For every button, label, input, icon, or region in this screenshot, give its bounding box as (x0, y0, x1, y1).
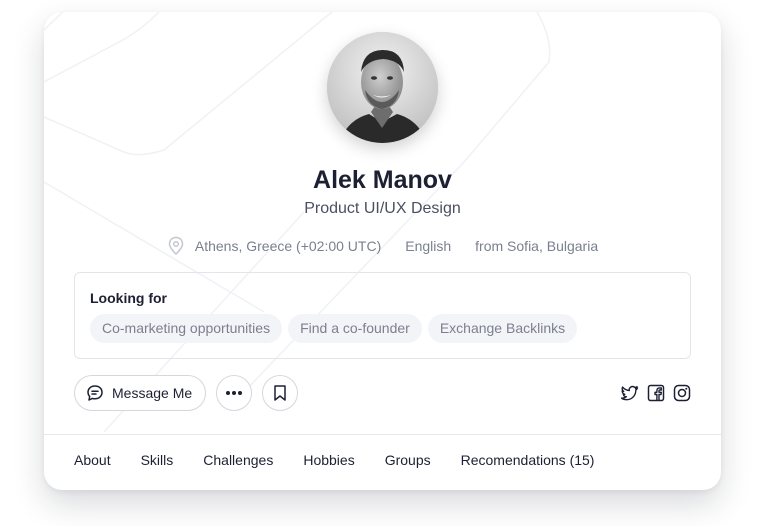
profile-role: Product UI/UX Design (304, 200, 461, 217)
profile-card: Alek Manov Product UI/UX Design Athens, … (44, 12, 721, 490)
looking-for-tags: Co-marketing opportunities Find a co-fou… (90, 314, 583, 343)
location: Athens, Greece (+02:00 UTC) (167, 236, 381, 256)
social-links (613, 384, 691, 402)
profile-name: Alek Manov (313, 166, 452, 194)
tag-backlinks[interactable]: Exchange Backlinks (427, 314, 578, 343)
facebook-icon[interactable] (647, 384, 665, 402)
tab-recommendations[interactable]: Recomendations (15) (461, 452, 595, 468)
message-button[interactable]: Message Me (74, 375, 206, 411)
avatar-photo (327, 32, 438, 143)
profile-meta: Athens, Greece (+02:00 UTC) English from… (44, 236, 721, 256)
message-button-label: Message Me (112, 385, 193, 401)
tab-skills[interactable]: Skills (141, 452, 174, 468)
looking-for-title: Looking for (90, 290, 167, 306)
more-dots-icon (226, 391, 242, 395)
language-text: English (405, 238, 452, 254)
bookmark-button[interactable] (262, 375, 298, 411)
tab-challenges[interactable]: Challenges (203, 452, 273, 468)
tag-co-founder[interactable]: Find a co-founder (288, 314, 422, 343)
looking-for-box: Looking for Co-marketing opportunities F… (74, 272, 691, 359)
profile-tabs: About Skills Challenges Hobbies Groups R… (74, 452, 624, 468)
avatar[interactable] (327, 32, 438, 143)
location-pin-icon (168, 236, 184, 256)
more-options-button[interactable] (216, 375, 252, 411)
tab-about[interactable]: About (74, 452, 111, 468)
tab-hobbies[interactable]: Hobbies (303, 452, 354, 468)
instagram-icon[interactable] (673, 384, 691, 402)
tag-co-marketing[interactable]: Co-marketing opportunities (90, 314, 283, 343)
divider (44, 434, 721, 435)
origin-text: from Sofia, Bulgaria (475, 238, 599, 254)
bookmark-icon (274, 385, 286, 401)
action-bar: Message Me (74, 375, 691, 411)
twitter-icon[interactable] (621, 384, 639, 402)
location-text: Athens, Greece (+02:00 UTC) (194, 238, 382, 254)
tab-groups[interactable]: Groups (385, 452, 431, 468)
message-icon (87, 385, 103, 401)
